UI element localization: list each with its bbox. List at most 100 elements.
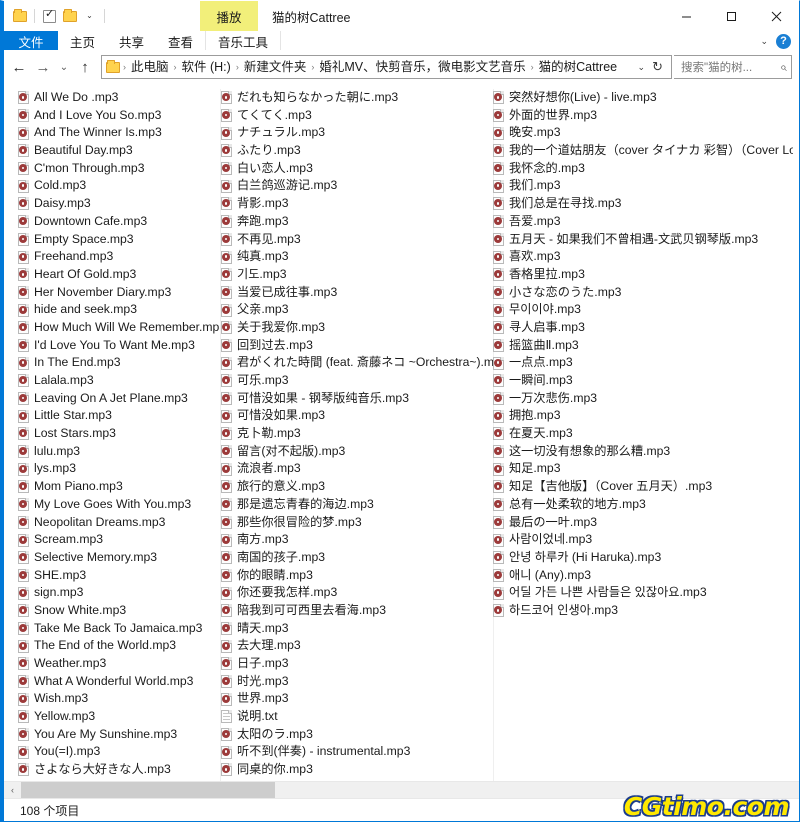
file-list-item[interactable]: 我们.mp3 — [493, 177, 793, 195]
file-list-item[interactable]: 奔跑.mp3 — [221, 213, 493, 231]
file-list-item[interactable]: 你的眼睛.mp3 — [221, 567, 493, 585]
folder-icon[interactable] — [11, 8, 28, 25]
file-list-item[interactable]: Wish.mp3 — [18, 690, 221, 708]
file-list-item[interactable]: 晴天.mp3 — [221, 620, 493, 638]
refresh-icon[interactable]: ↻ — [652, 59, 669, 75]
file-list-item[interactable]: Snow White.mp3 — [18, 602, 221, 620]
file-list-item[interactable]: 同桌的你.mp3 — [221, 761, 493, 779]
breadcrumb-item-drive-h[interactable]: 软件 (H:) — [178, 57, 235, 77]
file-list-item[interactable]: hide and seek.mp3 — [18, 301, 221, 319]
file-list-item[interactable]: You(=I).mp3 — [18, 743, 221, 761]
file-list-item[interactable]: 关于我爱你.mp3 — [221, 319, 493, 337]
file-list-item[interactable]: Weather.mp3 — [18, 655, 221, 673]
file-list-item[interactable]: SHE.mp3 — [18, 567, 221, 585]
file-list-item[interactable]: 喜欢.mp3 — [493, 248, 793, 266]
file-list-item[interactable]: My Love Goes With You.mp3 — [18, 496, 221, 514]
file-list-item[interactable]: 总有一处柔软的地方.mp3 — [493, 496, 793, 514]
file-list-item[interactable]: 那是遗忘青春的海边.mp3 — [221, 496, 493, 514]
file-list-item[interactable]: 可惜没如果 - 钢琴版纯音乐.mp3 — [221, 390, 493, 408]
file-list-item[interactable]: 안녕 하루카 (Hi Haruka).mp3 — [493, 549, 793, 567]
file-list-item[interactable]: Empty Space.mp3 — [18, 231, 221, 249]
file-list-item[interactable]: 外面的世界.mp3 — [493, 107, 793, 125]
forward-button[interactable]: → — [32, 55, 54, 79]
file-list-item[interactable]: ふたり.mp3 — [221, 142, 493, 160]
file-list-item[interactable]: 回到过去.mp3 — [221, 337, 493, 355]
file-list-item[interactable]: 사람이었네.mp3 — [493, 531, 793, 549]
file-list-item[interactable]: Lost Stars.mp3 — [18, 425, 221, 443]
file-list-item[interactable]: C'mon Through.mp3 — [18, 160, 221, 178]
file-list-item[interactable]: 一点点.mp3 — [493, 354, 793, 372]
file-list-item[interactable]: 旅行的意义.mp3 — [221, 478, 493, 496]
file-list-item[interactable]: 听不到(伴奏) - instrumental.mp3 — [221, 743, 493, 761]
file-list-item[interactable]: Beautiful Day.mp3 — [18, 142, 221, 160]
maximize-button[interactable] — [709, 1, 754, 31]
up-button[interactable]: ↑ — [74, 55, 96, 79]
breadcrumb-item-wedding-mv[interactable]: 婚礼MV、快剪音乐，微电影文艺音乐 — [315, 57, 529, 77]
file-list-item[interactable]: 知足.mp3 — [493, 460, 793, 478]
file-list-item[interactable]: 突然好想你(Live) - live.mp3 — [493, 89, 793, 107]
file-list-item[interactable]: 一瞬间.mp3 — [493, 372, 793, 390]
file-list-item[interactable]: 我们总是在寻找.mp3 — [493, 195, 793, 213]
file-list-item[interactable]: 寻人启事.mp3 — [493, 319, 793, 337]
breadcrumb-item-new-folder[interactable]: 新建文件夹 — [240, 57, 311, 77]
file-list-item[interactable]: I'd Love You To Want Me.mp3 — [18, 337, 221, 355]
file-list-item[interactable]: Leaving On A Jet Plane.mp3 — [18, 390, 221, 408]
file-list-item[interactable]: What A Wonderful World.mp3 — [18, 673, 221, 691]
breadcrumb-item-current[interactable]: 猫的树Cattree — [535, 57, 622, 77]
file-list-item[interactable]: てくてく.mp3 — [221, 107, 493, 125]
file-list-item[interactable]: Neopolitan Dreams.mp3 — [18, 514, 221, 532]
file-list-item[interactable]: 하드코어 인생아.mp3 — [493, 602, 793, 620]
breadcrumb-item-this-pc[interactable]: 此电脑 — [127, 57, 173, 77]
file-list-item[interactable]: 太阳のラ.mp3 — [221, 726, 493, 744]
file-list-item[interactable]: 五月天 - 如果我们不曾相遇-文武贝钢琴版.mp3 — [493, 231, 793, 249]
chevron-down-icon[interactable]: ⌄ — [81, 8, 98, 25]
tab-home[interactable]: 主页 — [58, 31, 107, 51]
tab-music-tools[interactable]: 音乐工具 — [205, 31, 282, 51]
scroll-left-arrow[interactable]: ‹ — [4, 782, 21, 799]
file-list-item[interactable]: 你还要我怎样.mp3 — [221, 584, 493, 602]
search-icon[interactable]: ⌕ — [780, 60, 787, 75]
file-list-item[interactable]: The End of the World.mp3 — [18, 637, 221, 655]
file-list-item[interactable]: 기도.mp3 — [221, 266, 493, 284]
scrollbar-thumb[interactable] — [21, 781, 275, 799]
file-list-item[interactable]: Cold.mp3 — [18, 177, 221, 195]
file-list-item[interactable]: 白兰鸽巡游记.mp3 — [221, 177, 493, 195]
file-list-item[interactable]: You Are My Sunshine.mp3 — [18, 726, 221, 744]
file-list-item[interactable]: 在夏天.mp3 — [493, 425, 793, 443]
file-list-item[interactable]: 白い恋人.mp3 — [221, 160, 493, 178]
file-list-item[interactable]: Freehand.mp3 — [18, 248, 221, 266]
file-list-item[interactable]: 晚安.mp3 — [493, 124, 793, 142]
file-list-item[interactable]: Daisy.mp3 — [18, 195, 221, 213]
file-list-item[interactable]: And The Winner Is.mp3 — [18, 124, 221, 142]
file-list-item[interactable]: だれも知らなかった朝に.mp3 — [221, 89, 493, 107]
file-list-item[interactable]: Downtown Cafe.mp3 — [18, 213, 221, 231]
search-input[interactable]: 搜索"猫的树... — [681, 59, 780, 75]
file-list-item[interactable]: Heart Of Gold.mp3 — [18, 266, 221, 284]
file-list-item[interactable]: 世界.mp3 — [221, 690, 493, 708]
file-list-item[interactable]: Lalala.mp3 — [18, 372, 221, 390]
file-list-item[interactable]: 时光.mp3 — [221, 673, 493, 691]
properties-icon[interactable] — [41, 8, 58, 25]
file-list-item[interactable]: 留言(对不起版).mp3 — [221, 443, 493, 461]
file-list-item[interactable]: さよなら大好きな人.mp3 — [18, 761, 221, 779]
file-list-item[interactable]: lys.mp3 — [18, 460, 221, 478]
file-list-item[interactable]: 那些你很冒险的梦.mp3 — [221, 514, 493, 532]
contextual-tab-play[interactable]: 播放 — [200, 1, 258, 31]
help-icon[interactable]: ? — [776, 33, 791, 49]
file-list-item[interactable]: 一万次悲伤.mp3 — [493, 390, 793, 408]
file-list-item[interactable]: 背影.mp3 — [221, 195, 493, 213]
file-list-item[interactable]: 父亲.mp3 — [221, 301, 493, 319]
file-list-item[interactable]: 吾爱.mp3 — [493, 213, 793, 231]
chevron-down-icon-address[interactable]: ⌄ — [631, 62, 653, 73]
file-list-item[interactable]: 去大理.mp3 — [221, 637, 493, 655]
file-list-item[interactable]: 拥抱.mp3 — [493, 407, 793, 425]
file-list-item[interactable]: 纯真.mp3 — [221, 248, 493, 266]
recent-locations-icon[interactable]: ⌄ — [56, 55, 72, 79]
file-list-item[interactable]: 애니 (Any).mp3 — [493, 567, 793, 585]
file-list-item[interactable]: 어딜 가든 나쁜 사람들은 있잖아요.mp3 — [493, 584, 793, 602]
file-list-item[interactable]: 这一切没有想象的那么糟.mp3 — [493, 443, 793, 461]
file-list-item[interactable]: Mom Piano.mp3 — [18, 478, 221, 496]
file-list-item[interactable]: And I Love You So.mp3 — [18, 107, 221, 125]
file-list-item[interactable]: 可惜没如果.mp3 — [221, 407, 493, 425]
file-list-item[interactable]: 小さな恋のうた.mp3 — [493, 284, 793, 302]
